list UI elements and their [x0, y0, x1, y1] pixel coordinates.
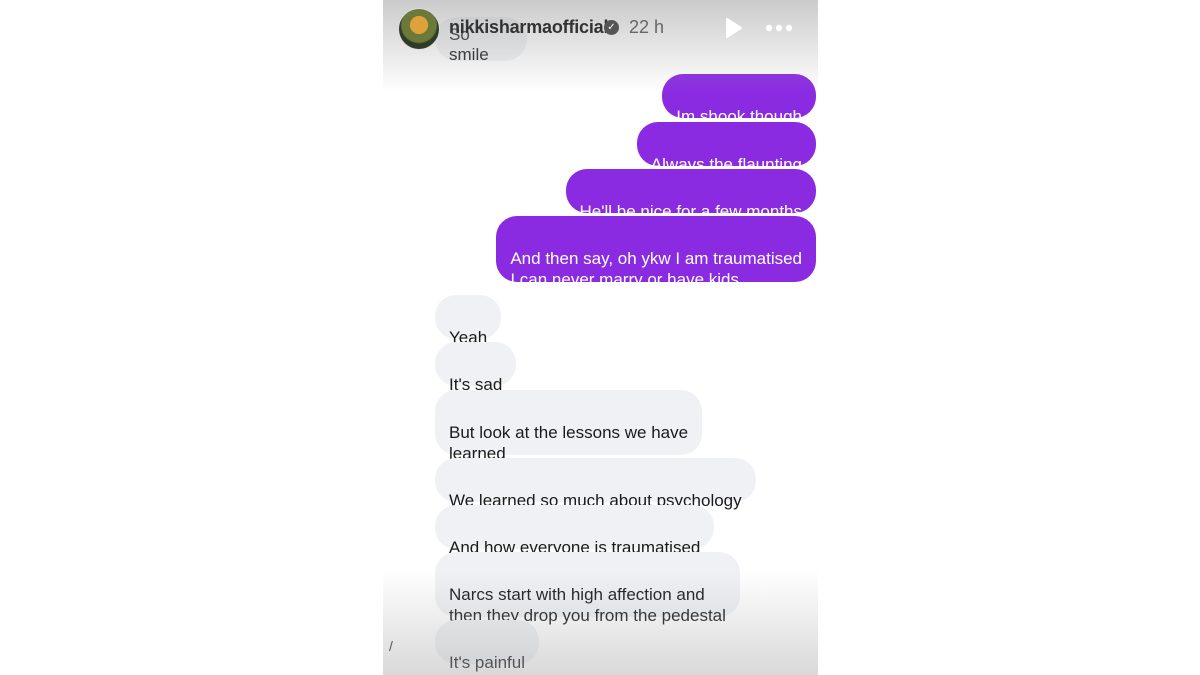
- play-icon[interactable]: [721, 16, 745, 40]
- story-header: nikkisharmaofficial ✓ 22 h: [383, 0, 818, 56]
- message-bubble-received: But look at the lessons we have learned: [435, 390, 703, 463]
- message-bubble-sent: Always the flaunting: [636, 122, 816, 174]
- avatar[interactable]: [398, 8, 440, 50]
- message-bubble-sent: Im shook though: [662, 74, 816, 126]
- post-time: 22 h: [629, 17, 665, 37]
- message-bubble-received: It's sad: [435, 342, 517, 394]
- message-bubble-received: We learned so much about psychology: [435, 458, 756, 510]
- message-bubble-received: It's painful: [435, 620, 540, 672]
- message-text: And then say, oh ykw I am traumatised I …: [510, 249, 802, 289]
- message-text: It's painful: [449, 653, 526, 672]
- message-bubble-received: And how everyone is traumatised: [435, 505, 715, 557]
- message-text: But look at the lessons we have learned: [449, 423, 689, 463]
- message-bubble-received: Yeah: [435, 295, 502, 347]
- edge-mark: /: [389, 638, 393, 654]
- more-options-icon[interactable]: [763, 16, 795, 40]
- message-bubble-sent: He'll be nice for a few months: [565, 169, 816, 221]
- story-viewer[interactable]: So smile nikkisharmaofficial ✓ 22 h Im s…: [383, 0, 818, 675]
- message-bubble-received: Narcs start with high affection and then…: [435, 552, 740, 625]
- verified-badge-icon: ✓: [604, 20, 619, 35]
- username[interactable]: nikkisharmaofficial: [449, 17, 608, 38]
- message-text: Narcs start with high affection and then…: [449, 585, 726, 625]
- message-bubble-sent: And then say, oh ykw I am traumatised I …: [496, 216, 816, 289]
